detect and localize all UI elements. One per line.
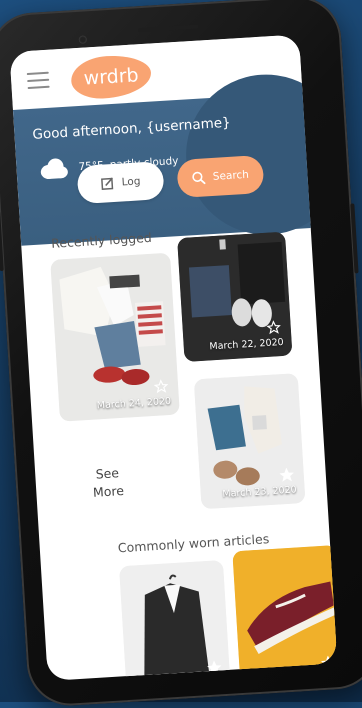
- outfit-card[interactable]: March 23, 2020: [193, 373, 306, 510]
- hamburger-icon[interactable]: [26, 71, 50, 90]
- search-button[interactable]: Search: [176, 154, 265, 199]
- app-logo-text: wrdrb: [83, 64, 140, 90]
- cloud-icon: [40, 158, 68, 179]
- search-icon: [192, 171, 206, 185]
- app-screen: wrdrb Good afternoon, {username} 75°F, p…: [9, 34, 338, 681]
- outfit-card[interactable]: March 24, 2020: [50, 252, 180, 422]
- favorite-star-icon[interactable]: [266, 320, 281, 335]
- favorite-star-icon[interactable]: [153, 379, 169, 394]
- phone-frame: wrdrb Good afternoon, {username} 75°F, p…: [0, 0, 362, 708]
- see-more-link[interactable]: See More: [77, 463, 139, 503]
- app-logo[interactable]: wrdrb: [69, 53, 153, 101]
- article-card[interactable]: [232, 545, 338, 681]
- edit-icon: [101, 177, 114, 190]
- favorite-star-icon[interactable]: [279, 467, 294, 483]
- search-button-label: Search: [212, 168, 250, 183]
- greeting-banner: Good afternoon, {username} 75°F, partly …: [12, 69, 338, 246]
- log-button[interactable]: Log: [76, 160, 165, 205]
- see-more-line2: More: [92, 482, 125, 500]
- log-button-label: Log: [121, 175, 141, 189]
- article-card[interactable]: [119, 560, 231, 681]
- outfit-card[interactable]: March 22, 2020: [177, 231, 293, 362]
